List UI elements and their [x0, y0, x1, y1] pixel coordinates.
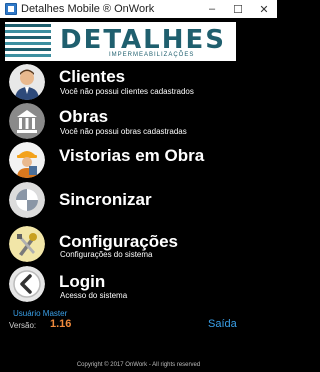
- menu-label-obras: Obras: [59, 107, 109, 126]
- version-number: 1.16: [50, 318, 72, 330]
- menu-label-clientes: Clientes: [59, 67, 126, 86]
- menu-item-login[interactable]: Login Acesso do sistema: [9, 266, 271, 302]
- window-titlebar: Detalhes Mobile ® OnWork – ☐ ✕: [0, 0, 277, 18]
- menu-sub-obras: Você não possui obras cadastradas: [60, 127, 187, 136]
- minimize-button[interactable]: –: [199, 0, 225, 18]
- logo-brand: DETALHES: [60, 25, 226, 55]
- version-label: Versão:: [9, 321, 37, 330]
- logo-stripes-icon: [5, 22, 51, 61]
- menu-item-obras[interactable]: Obras Você não possui obras cadastradas: [9, 103, 271, 139]
- close-button[interactable]: ✕: [251, 0, 277, 18]
- menu-item-clientes[interactable]: Clientes Você não possui clientes cadast…: [9, 64, 271, 100]
- menu-sub-clientes: Você não possui clientes cadastrados: [60, 87, 194, 96]
- back-arrow-icon: [9, 266, 45, 302]
- logo-banner: DETALHES IMPERMEABILIZAÇÕES: [5, 22, 236, 61]
- building-icon: [9, 103, 45, 139]
- tools-icon: [9, 226, 45, 262]
- menu-item-configuracoes[interactable]: Configurações Configurações do sistema: [9, 226, 271, 262]
- copyright-text: Copyright © 2017 OnWork - All rights res…: [76, 362, 201, 368]
- maximize-button[interactable]: ☐: [225, 0, 251, 18]
- window-title: Detalhes Mobile ® OnWork: [21, 3, 155, 15]
- menu-label-vistorias: Vistorias em Obra: [59, 146, 205, 165]
- exit-link[interactable]: Saída: [208, 318, 237, 330]
- menu-sub-login: Acesso do sistema: [60, 291, 128, 300]
- logo-subtitle: IMPERMEABILIZAÇÕES: [109, 52, 195, 58]
- inspector-icon: [9, 142, 45, 178]
- menu-item-vistorias[interactable]: Vistorias em Obra: [9, 142, 271, 178]
- person-icon: [9, 64, 45, 100]
- sync-icon: [9, 182, 45, 218]
- menu-label-login: Login: [59, 272, 106, 291]
- menu-item-sincronizar[interactable]: Sincronizar: [9, 182, 271, 218]
- app-icon: [5, 3, 17, 15]
- menu-label-configuracoes: Configurações: [59, 232, 179, 251]
- menu-label-sincronizar: Sincronizar: [59, 190, 152, 209]
- menu-sub-configuracoes: Configurações do sistema: [60, 250, 153, 259]
- current-user: Usuário Master: [13, 309, 68, 318]
